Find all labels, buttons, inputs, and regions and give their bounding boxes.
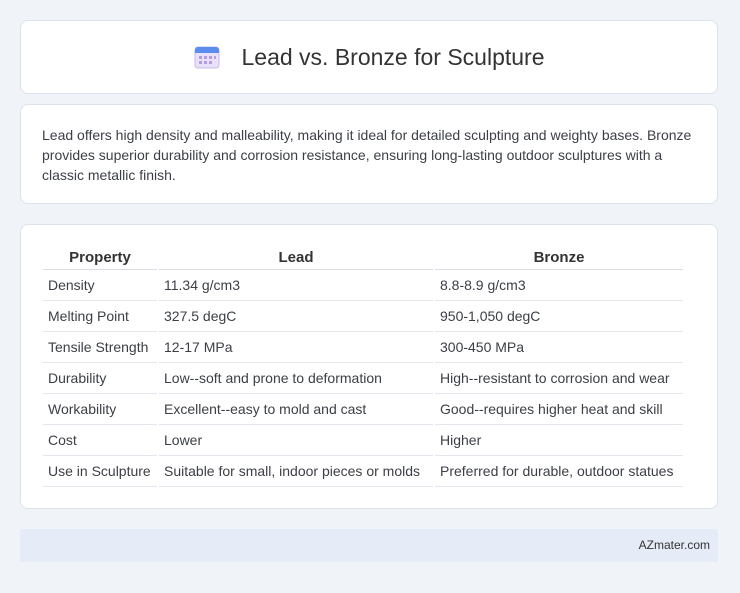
lead-cell: Lower xyxy=(159,425,433,456)
table-row: Tensile Strength 12-17 MPa 300-450 MPa xyxy=(43,332,683,363)
bronze-cell: High--resistant to corrosion and wear xyxy=(435,363,683,394)
lead-cell: 327.5 degC xyxy=(159,301,433,332)
title-wrap: Lead vs. Bronze for Sculpture xyxy=(194,44,545,71)
property-cell: Melting Point xyxy=(43,301,157,332)
footer-site-link[interactable]: AZmater.com xyxy=(639,538,710,552)
lead-cell: Excellent--easy to mold and cast xyxy=(159,394,433,425)
page-title: Lead vs. Bronze for Sculpture xyxy=(241,43,545,70)
bronze-cell: Higher xyxy=(435,425,683,456)
description-text: Lead offers high density and malleabilit… xyxy=(42,127,692,183)
bronze-cell: Preferred for durable, outdoor statues xyxy=(435,456,683,487)
table-row: Density 11.34 g/cm3 8.8-8.9 g/cm3 xyxy=(43,270,683,301)
lead-cell: Suitable for small, indoor pieces or mol… xyxy=(159,456,433,487)
header-property: Property xyxy=(43,245,157,270)
table-row: Cost Lower Higher xyxy=(43,425,683,456)
bronze-cell: 8.8-8.9 g/cm3 xyxy=(435,270,683,301)
lead-cell: 12-17 MPa xyxy=(159,332,433,363)
property-cell: Durability xyxy=(43,363,157,394)
bronze-cell: 300-450 MPa xyxy=(435,332,683,363)
table-row: Use in Sculpture Suitable for small, ind… xyxy=(43,456,683,487)
table-row: Durability Low--soft and prone to deform… xyxy=(43,363,683,394)
property-cell: Use in Sculpture xyxy=(43,456,157,487)
bronze-cell: 950-1,050 degC xyxy=(435,301,683,332)
calendar-icon xyxy=(194,46,219,69)
table-header-row: Property Lead Bronze xyxy=(43,245,683,270)
property-cell: Density xyxy=(43,270,157,301)
title-card: Lead vs. Bronze for Sculpture xyxy=(20,20,718,94)
lead-cell: 11.34 g/cm3 xyxy=(159,270,433,301)
bronze-cell: Good--requires higher heat and skill xyxy=(435,394,683,425)
header-bronze: Bronze xyxy=(435,245,683,270)
comparison-table: Property Lead Bronze Density 11.34 g/cm3… xyxy=(41,245,685,487)
comparison-table-card: Property Lead Bronze Density 11.34 g/cm3… xyxy=(20,224,718,509)
property-cell: Workability xyxy=(43,394,157,425)
footer-bar: AZmater.com xyxy=(20,529,718,562)
property-cell: Cost xyxy=(43,425,157,456)
table-row: Melting Point 327.5 degC 950-1,050 degC xyxy=(43,301,683,332)
property-cell: Tensile Strength xyxy=(43,332,157,363)
table-row: Workability Excellent--easy to mold and … xyxy=(43,394,683,425)
lead-cell: Low--soft and prone to deformation xyxy=(159,363,433,394)
header-lead: Lead xyxy=(159,245,433,270)
description-card: Lead offers high density and malleabilit… xyxy=(20,104,718,204)
